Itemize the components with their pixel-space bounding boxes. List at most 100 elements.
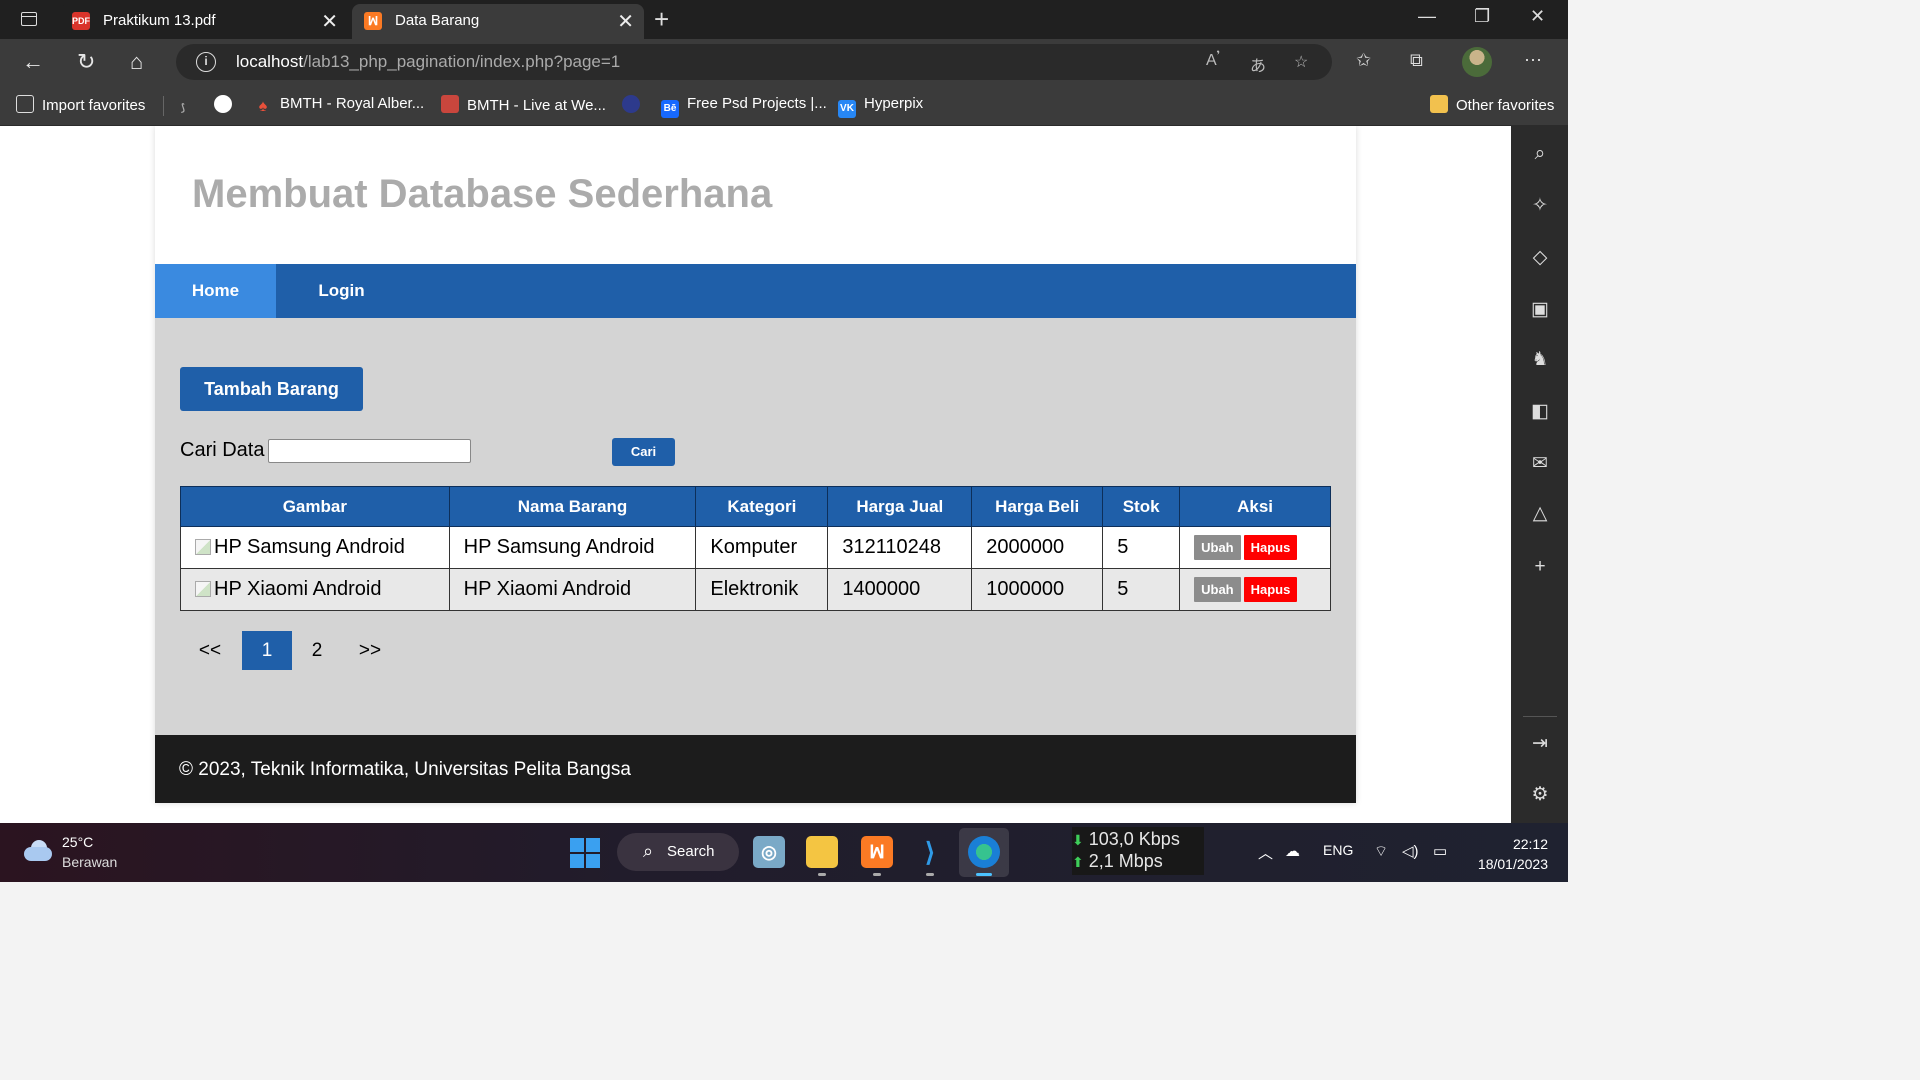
wifi-icon[interactable]: ⌔ [1374,842,1388,861]
running-indicator [873,873,881,876]
bookmark-import-favorites[interactable]: Import favorites [16,95,145,114]
cell-harga-beli: 1000000 [971,568,1104,611]
nav-login[interactable]: Login [276,264,407,318]
net-upload: ⬆ 2,1 Mbps [1072,851,1163,872]
search-button[interactable]: Cari [612,438,675,466]
hide-sidebar-icon[interactable]: ⇥ [1529,732,1551,755]
pagination-page-1[interactable]: 1 [242,631,292,670]
add-icon[interactable]: + [1529,556,1551,578]
net-download: ⬇ 103,0 Kbps [1072,829,1180,850]
bookmark-fish[interactable]: ⟆ [174,95,200,118]
pagination-page-2[interactable]: 2 [292,631,342,670]
search-icon[interactable]: ⌕ [1529,143,1551,165]
footer-text: © 2023, Teknik Informatika, Universitas … [179,759,631,780]
app-icon-photos[interactable]: ◎ [753,836,785,868]
tag-icon[interactable]: ◇ [1529,246,1551,269]
onedrive-cloud-icon[interactable]: ☁ [1285,842,1300,860]
close-window-icon[interactable]: ✕ [1530,6,1545,27]
close-icon[interactable]: ✕ [617,9,634,34]
bookmark-bmth-live[interactable]: BMTH - Live at We... [441,95,606,114]
table-header-row: Gambar Nama Barang Kategori Harga Jual H… [180,486,1331,527]
drop-icon[interactable]: △ [1529,502,1551,525]
clock-date: 18/01/2023 [1477,856,1548,872]
office-icon[interactable]: ◧ [1529,400,1551,423]
edge-icon[interactable] [968,836,1000,868]
refresh-icon[interactable]: ↻ [77,49,95,75]
weather-description[interactable]: Berawan [62,854,117,870]
cell-aksi: Ubah Hapus [1179,568,1331,611]
games-icon[interactable]: ♞ [1529,348,1551,371]
home-icon[interactable]: ⌂ [130,49,143,75]
new-tab-button[interactable]: + [654,4,669,35]
vscode-icon[interactable]: ⟩ [914,836,946,868]
search-icon: ⌕ [643,841,654,861]
xampp-icon[interactable]: ꟽ [861,836,893,868]
column-header: Gambar [180,486,450,527]
translate-icon[interactable]: あ [1250,52,1266,76]
taskbar-search[interactable]: ⌕ Search [617,833,739,871]
add-item-button[interactable]: Tambah Barang [180,367,363,411]
file-explorer-icon[interactable] [806,836,838,868]
image-alt-text: HP Samsung Android [214,536,405,558]
toolbox-icon[interactable]: ▣ [1529,298,1551,321]
restore-icon[interactable]: ❐ [1474,6,1490,27]
pagination-next[interactable]: >> [348,631,392,670]
language-indicator[interactable]: ENG [1323,842,1353,858]
volume-icon[interactable]: ◁) [1402,842,1419,860]
favorites-icon[interactable]: ✩ [1356,50,1371,71]
site-info-icon[interactable]: i [196,52,216,72]
edge-sidebar: ⌕ ✧ ◇ ▣ ♞ ◧ ✉ △ + ⇥ ⚙ [1511,126,1568,823]
settings-gear-icon[interactable]: ⚙ [1529,783,1551,806]
read-aloud-icon[interactable]: A𝄒 [1206,52,1220,70]
column-header: Harga Beli [971,486,1104,527]
weather-temperature[interactable]: 25°C [62,834,93,850]
cell-harga-jual: 312110248 [827,526,973,569]
cloud-icon[interactable] [22,839,54,861]
bookmark-emblem[interactable] [622,95,648,114]
column-header: Nama Barang [448,486,697,527]
tab-actions-menu-icon[interactable] [14,9,44,31]
sidebar-separator [1523,716,1557,717]
behance-icon: Bē [661,100,679,118]
sparkle-icon[interactable]: ✧ [1529,194,1551,217]
main-content: Tambah Barang Cari Data Cari Gambar Nama… [155,318,1356,735]
bookmark-bmth-royal[interactable]: ♠ BMTH - Royal Alber... [254,95,424,116]
add-favorite-icon[interactable]: ☆ [1294,52,1308,72]
site-header: Membuat Database Sederhana [155,126,1356,264]
url-text[interactable]: localhost/lab13_php_pagination/index.php… [236,52,620,72]
profile-avatar[interactable] [1462,47,1492,77]
minimize-icon[interactable]: — [1418,6,1436,27]
outlook-icon[interactable]: ✉ [1529,452,1551,475]
battery-icon[interactable]: ▭ [1433,842,1447,860]
active-indicator [976,873,992,876]
bookmark-other-favorites[interactable]: Other favorites [1430,95,1554,114]
delete-button[interactable]: Hapus [1243,535,1298,560]
collections-icon[interactable]: ⧉ [1410,50,1423,71]
chevron-up-icon[interactable]: ︿ [1258,842,1273,863]
delete-button[interactable]: Hapus [1243,577,1298,602]
url-path: /lab13_php_pagination/index.php?page=1 [303,52,621,71]
tab-data-barang[interactable]: ꟽ Data Barang ✕ [352,4,644,39]
cell-gambar: HP Samsung Android [180,526,450,569]
github-icon [214,95,232,113]
nav-home[interactable]: Home [155,264,276,318]
search-label: Cari Data [180,439,265,461]
browser-titlebar: PDF Praktikum 13.pdf ✕ ꟽ Data Barang ✕ +… [0,0,1568,39]
import-icon [16,95,34,113]
bookmark-free-psd[interactable]: Bē Free Psd Projects |... [661,95,827,118]
address-bar[interactable]: i localhost/lab13_php_pagination/index.p… [176,44,1332,80]
close-icon[interactable]: ✕ [321,9,338,34]
bookmark-github[interactable] [214,95,240,114]
network-speed-widget: ⬇ 103,0 Kbps ⬆ 2,1 Mbps [1072,827,1204,875]
pagination-prev[interactable]: << [188,631,232,670]
windows-start-icon[interactable] [569,836,601,868]
edit-button[interactable]: Ubah [1194,535,1241,560]
running-indicator [818,873,826,876]
back-icon[interactable]: ← [22,49,44,75]
search-input[interactable] [268,439,471,463]
edit-button[interactable]: Ubah [1194,577,1241,602]
system-clock[interactable]: 22:12 18/01/2023 [1470,834,1548,874]
bookmark-hyperpix[interactable]: VK Hyperpix [838,95,923,118]
tab-praktikum-pdf[interactable]: PDF Praktikum 13.pdf ✕ [60,4,348,39]
more-menu-icon[interactable]: ⋯ [1524,50,1542,71]
